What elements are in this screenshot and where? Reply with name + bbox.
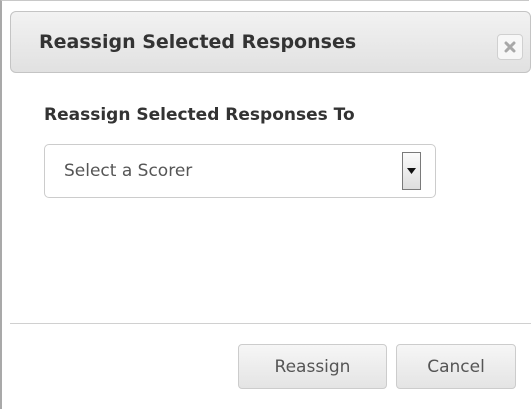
- scorer-select-value: Select a Scorer: [64, 161, 193, 181]
- dialog-titlebar: Reassign Selected Responses: [10, 11, 531, 73]
- footer-divider: [10, 323, 531, 324]
- close-button[interactable]: [497, 34, 523, 60]
- reassign-button[interactable]: Reassign: [238, 344, 387, 389]
- reassign-dialog: Reassign Selected Responses Reassign Sel…: [0, 0, 531, 409]
- dialog-title: Reassign Selected Responses: [39, 31, 357, 53]
- caret-down-icon[interactable]: [402, 152, 421, 190]
- reassign-to-label: Reassign Selected Responses To: [44, 105, 355, 125]
- close-icon: [504, 41, 516, 53]
- scorer-select[interactable]: Select a Scorer: [44, 144, 436, 198]
- cancel-button[interactable]: Cancel: [396, 344, 516, 389]
